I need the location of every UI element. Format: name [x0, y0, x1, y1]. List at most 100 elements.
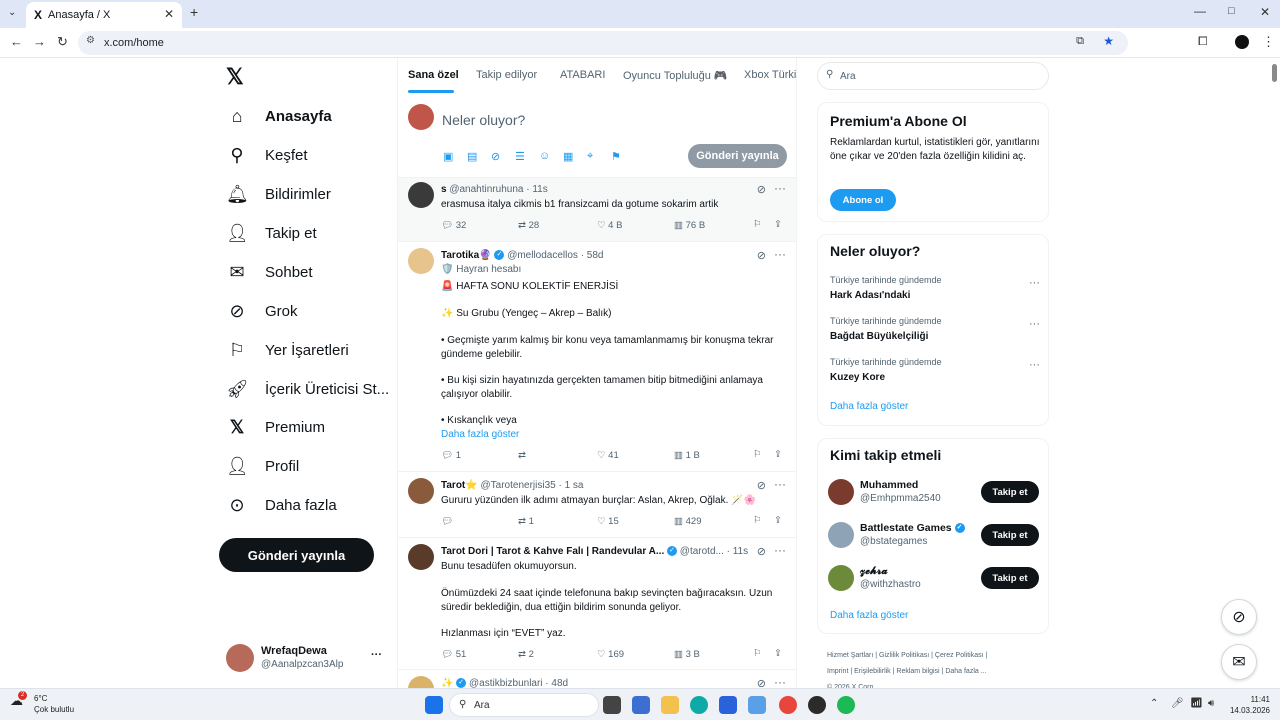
follow-button[interactable]: Takip et	[981, 481, 1039, 503]
nav-item-grok[interactable]: ⊘ Grok	[226, 293, 297, 329]
retweet-button[interactable]: ⇄ 2	[518, 649, 534, 660]
nav-item-premium[interactable]: 𝕏 Premium	[226, 409, 325, 445]
install-app-icon[interactable]: ⧉	[1076, 35, 1084, 48]
trend-item[interactable]: Türkiye tarihinde gündemde Bağdat Büyüke…	[830, 316, 1040, 344]
footer-link[interactable]: Hizmet Şartları	[827, 652, 873, 659]
spotify-icon[interactable]	[837, 696, 855, 714]
nav-item-notifications[interactable]: 🔔︎ Bildirimler	[226, 176, 331, 212]
task-view-icon[interactable]	[603, 696, 621, 714]
retweet-button[interactable]: ⇄	[518, 450, 526, 461]
grok-icon[interactable]: ⊘	[757, 479, 766, 492]
footer-link[interactable]: Reklam bilgisi	[896, 668, 939, 675]
share-icon[interactable]: ⇪	[774, 648, 782, 659]
location-icon[interactable]: ⌖	[587, 150, 593, 163]
browser-menu-icon[interactable]: ⋮	[1262, 34, 1275, 50]
composer-post-button[interactable]: Gönderi yayınla	[688, 144, 787, 168]
share-icon[interactable]: ⇪	[774, 219, 782, 230]
like-button[interactable]: ♡ 15	[597, 516, 619, 527]
profile-avatar-icon[interactable]	[1235, 35, 1249, 49]
footer-link[interactable]: Çerez Politikası	[935, 652, 984, 659]
avatar[interactable]	[408, 248, 434, 274]
grok-icon[interactable]: ⊘	[491, 150, 500, 163]
views-button[interactable]: ▥ 1 B	[674, 450, 700, 461]
flag-icon[interactable]: ⚑	[611, 150, 621, 163]
taskbar-search[interactable]: ⚲ Ara	[449, 693, 599, 717]
tweet[interactable]: s @anahtinruhuna · 11s ⊘ ··· erasmusa it…	[398, 178, 796, 242]
avatar[interactable]	[408, 676, 434, 688]
footer-link[interactable]: Imprint	[827, 668, 848, 675]
avatar[interactable]	[408, 544, 434, 570]
tab-xbox[interactable]: Xbox Türkiy	[744, 69, 796, 81]
wifi-icon[interactable]: 📶︎	[1190, 698, 1203, 709]
tray-chevron-icon[interactable]: ⌃	[1150, 698, 1158, 709]
author-handle[interactable]: @Tarotenerjisi35 · 1 sa	[481, 480, 584, 491]
microphone-icon[interactable]: 🎤︎	[1171, 698, 1184, 709]
tweet[interactable]: Tarotika🔮 ✓ @mellodacellos · 58d ⊘ ··· 🛡…	[398, 242, 796, 472]
nav-item-home[interactable]: ⌂ Anasayfa	[226, 98, 332, 134]
maximize-icon[interactable]: □	[1228, 5, 1235, 17]
nav-item-more[interactable]: ⊙ Daha fazla	[226, 487, 336, 523]
share-icon[interactable]: ⇪	[774, 449, 782, 460]
minimize-icon[interactable]: —	[1194, 4, 1206, 18]
gif-icon[interactable]: ▤	[467, 150, 477, 163]
scrollbar-thumb[interactable]	[1272, 64, 1277, 82]
author-handle[interactable]: @anahtinruhuna · 11s	[449, 184, 547, 195]
author-name[interactable]: Tarotika🔮	[441, 250, 492, 261]
footer-link[interactable]: Gizlilik Politikası	[879, 652, 929, 659]
more-icon[interactable]: ···	[1029, 359, 1040, 371]
poll-icon[interactable]: ☰	[515, 150, 525, 163]
tab-list-chevron-icon[interactable]: ⌄	[8, 7, 16, 18]
tab-for-you[interactable]: Sana özel	[408, 69, 459, 81]
trend-item[interactable]: Türkiye tarihinde gündemde Kuzey Kore ··…	[830, 357, 1040, 385]
views-button[interactable]: ▥ 76 B	[674, 220, 705, 231]
avatar[interactable]	[408, 478, 434, 504]
new-tab-icon[interactable]: +	[190, 4, 198, 20]
back-icon[interactable]: ←	[10, 34, 23, 49]
tweet[interactable]: Tarot Dori | Tarot & Kahve Falı | Randev…	[398, 538, 796, 670]
edge-icon[interactable]	[690, 696, 708, 714]
footer-link[interactable]: Erişilebilirlik	[854, 668, 891, 675]
author-name[interactable]: Tarot⭐	[441, 480, 478, 491]
chrome-icon[interactable]	[779, 696, 797, 714]
like-button[interactable]: ♡ 4 B	[597, 220, 622, 231]
taskbar-clock[interactable]: 11:41 14.03.2026	[1228, 694, 1270, 716]
bookmark-icon[interactable]: ⚐	[753, 515, 762, 526]
subscribe-button[interactable]: Abone ol	[830, 189, 896, 211]
window-close-icon[interactable]: ✕	[1260, 5, 1270, 19]
nav-item-creator-studio[interactable]: 🚀︎ İçerik Üreticisi St...	[226, 371, 389, 407]
forward-icon[interactable]: →	[33, 34, 46, 49]
bookmark-icon[interactable]: ⚐	[753, 219, 762, 230]
more-icon[interactable]: ···	[774, 543, 786, 557]
share-icon[interactable]: ⇪	[774, 515, 782, 526]
volume-icon[interactable]: 🔊︎	[1208, 698, 1214, 709]
tab-gamer-community[interactable]: Oyuncu Topluluğu 🎮	[623, 69, 728, 82]
follow-button[interactable]: Takip et	[981, 567, 1039, 589]
author-name[interactable]: s	[441, 184, 447, 195]
nav-item-profile[interactable]: 👤︎ Profil	[226, 448, 299, 484]
reply-button[interactable]: 💬︎ 51	[441, 649, 466, 660]
like-button[interactable]: ♡ 169	[597, 649, 624, 660]
more-icon[interactable]: ···	[1029, 318, 1040, 330]
views-button[interactable]: ▥ 429	[674, 516, 701, 527]
grok-icon[interactable]: ⊘	[757, 249, 766, 262]
image-icon[interactable]: ▣	[443, 150, 453, 163]
like-button[interactable]: ♡ 41	[597, 450, 619, 461]
reply-button[interactable]: 💬︎ 1	[441, 450, 461, 461]
follow-suggestion[interactable]: Muhammed @Emhpmma2540 Takip et	[818, 477, 1050, 513]
grok-icon[interactable]: ⊘	[757, 677, 766, 688]
nav-item-follow[interactable]: 👤︎ Takip et	[226, 215, 317, 251]
account-switcher[interactable]: WrefaqDewa @Aanalpzcan3Alp ···	[226, 644, 396, 674]
site-info-icon[interactable]: ⚙	[86, 35, 95, 46]
bookmark-icon[interactable]: ⚐	[753, 449, 762, 460]
more-icon[interactable]: ···	[371, 649, 382, 661]
tab-following[interactable]: Takip edilyor	[476, 69, 537, 81]
follow-suggestion[interactable]: 𝔃𝓮𝓱𝓻𝓪 @withzhastro Takip et	[818, 563, 1050, 599]
nav-item-chat[interactable]: ✉ Sohbet	[226, 254, 312, 290]
trend-item[interactable]: Türkiye tarihinde gündemde Hark Adası'nd…	[830, 275, 1040, 303]
reply-button[interactable]: 💬︎ 32	[441, 220, 466, 231]
bookmark-star-icon[interactable]: ★	[1103, 34, 1114, 48]
author-handle[interactable]: @tarotd... · 11s	[680, 546, 748, 557]
follow-button[interactable]: Takip et	[981, 524, 1039, 546]
tab-atabari[interactable]: ATABARI	[560, 69, 605, 81]
app-icon[interactable]	[808, 696, 826, 714]
